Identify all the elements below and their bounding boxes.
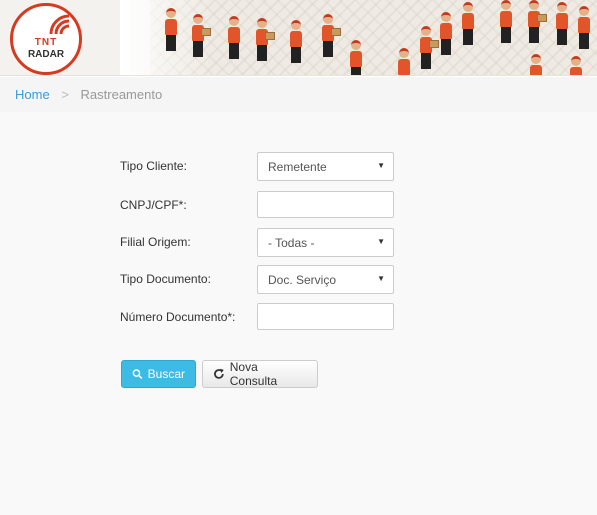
banner-worker (556, 2, 568, 45)
banner-worker (570, 56, 582, 75)
numero-documento-label: Número Documento*: (120, 310, 236, 324)
banner-worker (256, 18, 275, 61)
buscar-button[interactable]: Buscar (121, 360, 196, 388)
filial-origem-label: Filial Origem: (120, 235, 191, 249)
banner-worker (528, 0, 547, 43)
tipo-documento-label: Tipo Documento: (120, 272, 211, 286)
caret-down-icon: ▼ (377, 237, 385, 246)
form-row-tipo-cliente: Tipo Cliente: Remetente ▼ (0, 152, 597, 182)
tipo-documento-selected-value: Doc. Serviço (268, 273, 337, 287)
nova-consulta-button-label: Nova Consulta (229, 360, 278, 388)
banner-worker (350, 40, 362, 75)
tipo-cliente-label: Tipo Cliente: (120, 159, 187, 173)
header-banner: TNT RADAR (0, 0, 597, 76)
banner-worker (578, 6, 590, 49)
banner-worker (322, 14, 341, 57)
tipo-cliente-selected-value: Remetente (268, 160, 327, 174)
caret-down-icon: ▼ (377, 161, 385, 170)
banner-worker (290, 20, 302, 63)
tipo-cliente-select[interactable]: Remetente ▼ (257, 152, 394, 181)
breadcrumb: Home > Rastreamento (0, 77, 597, 112)
breadcrumb-current: Rastreamento (80, 87, 163, 102)
nova-consulta-button[interactable]: Nova Consulta (202, 360, 318, 388)
caret-down-icon: ▼ (377, 274, 385, 283)
radar-waves-icon (49, 14, 70, 35)
logo-tnt-text: TNT (34, 37, 58, 48)
banner-worker (530, 54, 542, 75)
banner-worker (420, 26, 439, 69)
tnt-radar-logo[interactable]: TNT RADAR (10, 3, 82, 75)
banner-worker (228, 16, 240, 59)
tipo-documento-select[interactable]: Doc. Serviço ▼ (257, 265, 394, 294)
logo-radar-text: RADAR (27, 49, 65, 60)
form-row-filial-origem: Filial Origem: - Todas - ▼ (0, 228, 597, 258)
breadcrumb-home-link[interactable]: Home (15, 87, 50, 102)
buscar-button-label: Buscar (147, 367, 185, 381)
banner-worker (398, 48, 410, 75)
search-icon (132, 369, 143, 379)
banner-worker (440, 12, 452, 55)
cnpj-cpf-label: CNPJ/CPF*: (120, 198, 187, 212)
form-row-tipo-documento: Tipo Documento: Doc. Serviço ▼ (0, 265, 597, 295)
filial-origem-selected-value: - Todas - (268, 236, 315, 250)
banner-worker (500, 0, 512, 43)
banner-worker (165, 8, 177, 51)
cnpj-cpf-input[interactable] (257, 191, 394, 218)
refresh-icon (214, 368, 224, 379)
form-row-numero-documento: Número Documento*: (0, 303, 597, 333)
banner-worker (192, 14, 211, 57)
form-row-cnpj: CNPJ/CPF*: (0, 191, 597, 221)
numero-documento-input[interactable] (257, 303, 394, 330)
breadcrumb-separator: > (61, 87, 69, 102)
banner-worker (462, 2, 474, 45)
filial-origem-select[interactable]: - Todas - ▼ (257, 228, 394, 257)
